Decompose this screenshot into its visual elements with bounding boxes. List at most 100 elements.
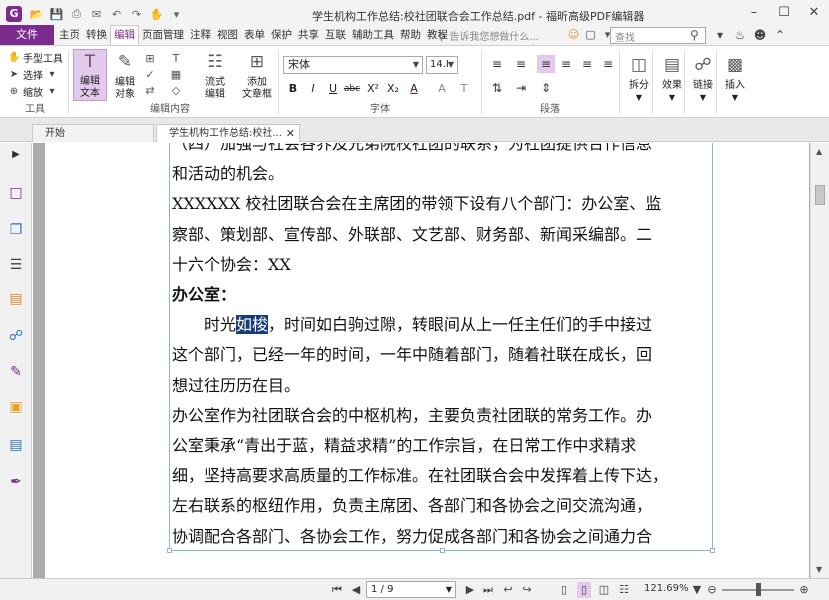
single-page-icon[interactable]: ▯ (557, 582, 571, 598)
tab-connect[interactable]: 互联 (322, 25, 349, 45)
ribbon-collapse-icon[interactable]: ⌃ (772, 27, 788, 43)
tab-protect[interactable]: 保护 (268, 25, 295, 45)
search-icon[interactable]: ⚲ (690, 28, 699, 42)
page-number-input[interactable]: 1 / 9 ▼ (366, 581, 456, 598)
italic-button[interactable]: I (305, 81, 321, 97)
next-view-icon[interactable]: ↪ (520, 582, 534, 598)
smiley-icon[interactable]: ☺ (566, 27, 581, 43)
tab-edit[interactable]: 编辑 (110, 25, 139, 45)
attachments-icon[interactable]: ☍ (7, 326, 25, 346)
tab-convert[interactable]: 转换 (83, 25, 110, 45)
minimize-button[interactable]: – (739, 0, 769, 24)
strikethrough-button[interactable]: abc (343, 81, 361, 97)
underline-button[interactable]: U (325, 81, 341, 97)
indent-button[interactable]: ⇥ (512, 79, 530, 97)
add-text-icon[interactable]: ⊞ (143, 52, 157, 66)
superscript-button[interactable]: X² (365, 81, 381, 97)
previous-page-icon[interactable]: ◀ (349, 582, 363, 598)
zoom-options-icon[interactable]: ▼ (690, 582, 704, 598)
find-replace-icon[interactable]: ⇄ (143, 84, 157, 98)
continuous-page-icon[interactable]: ▯ (577, 582, 591, 598)
bullet-list-button[interactable]: ≡ (488, 55, 506, 73)
facing-pages-icon[interactable]: ◫ (597, 582, 611, 598)
edit-text-button[interactable]: T 编辑 文本 (73, 49, 107, 101)
continuous-facing-icon[interactable]: ☷ (617, 582, 631, 598)
align-center-button[interactable]: ≡ (557, 55, 575, 73)
add-textbox-button[interactable]: ⊞ 添加 文章框 (239, 49, 275, 101)
character-spacing-button[interactable]: A (434, 81, 450, 97)
line-spacing-button[interactable]: ⇅ (488, 79, 506, 97)
text-style-button[interactable]: T (456, 81, 472, 97)
tell-me-box[interactable]: ⚲ 告诉我您想做什么... (438, 28, 539, 43)
align-right-button[interactable]: ≡ (578, 55, 596, 73)
scroll-down-icon[interactable]: ▼ (816, 565, 822, 574)
first-page-icon[interactable]: ⏮ (330, 582, 344, 598)
text-icon[interactable]: T (169, 52, 183, 66)
open-icon[interactable]: 📂 (28, 6, 45, 22)
font-color-button[interactable]: A (406, 81, 422, 97)
app-logo[interactable]: G (6, 6, 22, 22)
vertical-scrollbar[interactable]: ▲ ▼ (810, 143, 829, 578)
stamp-icon[interactable]: ✒ (7, 472, 25, 492)
expand-panel-icon[interactable]: ▶ (7, 145, 25, 165)
comments-icon[interactable]: ▢ (583, 27, 598, 43)
zoom-out-icon[interactable]: ⊖ (705, 582, 719, 598)
file-menu-button[interactable]: 文件 (0, 25, 54, 45)
zoom-button[interactable]: ⊕ 缩放 ▾ (8, 84, 58, 99)
hand-tool-button[interactable]: ✋ 手型工具 (8, 50, 63, 65)
email-icon[interactable]: ✉ (88, 6, 105, 22)
maximize-button[interactable]: ☐ (769, 0, 799, 24)
justify-button[interactable]: ≡ (599, 55, 617, 73)
image-icon[interactable]: ▦ (169, 68, 183, 82)
layers-icon[interactable]: ☰ (7, 255, 25, 275)
tab-view[interactable]: 视图 (214, 25, 241, 45)
zoom-slider-thumb[interactable] (756, 583, 761, 596)
document-viewer[interactable]: （四）加强与社会各界及兄弟院校社团的联系，为社团提供合作信息 和活动的机会。 X… (33, 143, 810, 578)
bold-button[interactable]: B (285, 81, 301, 97)
close-window-button[interactable]: ✕ (799, 0, 829, 24)
comments-panel-icon[interactable]: ▤ (7, 289, 25, 309)
tab-comment[interactable]: 注释 (187, 25, 214, 45)
last-page-icon[interactable]: ⏭ (481, 582, 495, 598)
tab-start[interactable]: 开始 (32, 124, 154, 142)
tab-accessibility[interactable]: 辅助工具 (349, 25, 397, 45)
document-text[interactable]: （四）加强与社会各界及兄弟院校社团的联系，为社团提供合作信息 和活动的机会。 X… (172, 143, 717, 552)
zoom-in-icon[interactable]: ⊕ (797, 582, 811, 598)
tab-help[interactable]: 帮助 (397, 25, 424, 45)
tab-home[interactable]: 主页 (56, 25, 83, 45)
save-icon[interactable]: 💾 (48, 6, 65, 22)
previous-view-icon[interactable]: ↩ (501, 582, 515, 598)
signatures-icon[interactable]: ✎ (7, 362, 25, 382)
redo-icon[interactable]: ↷ (128, 6, 145, 22)
edit-object-button[interactable]: ✎ 编辑 对象 (108, 49, 142, 101)
bell-icon[interactable]: ♨ (732, 27, 748, 43)
user-icon[interactable]: ☻ (752, 27, 768, 43)
link-button[interactable]: ☍ 链接 ▼ (686, 52, 720, 104)
select-button[interactable]: ➤ 选择 ▾ (8, 67, 58, 82)
search-options-icon[interactable]: ▾ (712, 27, 728, 43)
tab-organize[interactable]: 页面管理 (139, 25, 187, 45)
customize-qat-icon[interactable]: ▾ (168, 6, 185, 22)
split-button[interactable]: ◫ 拆分 ▼ (622, 52, 656, 104)
numbered-list-button[interactable]: ≡ (512, 55, 530, 73)
tab-form[interactable]: 表单 (241, 25, 268, 45)
scroll-up-icon[interactable]: ▲ (816, 147, 822, 156)
font-family-select[interactable]: 宋体 ▼ (283, 56, 423, 74)
print-icon[interactable]: ⎙ (68, 6, 85, 22)
tab-share[interactable]: 共享 (295, 25, 322, 45)
align-left-button[interactable]: ≡ (537, 55, 555, 73)
shape-icon[interactable]: ◇ (169, 84, 183, 98)
undo-icon[interactable]: ↶ (108, 6, 125, 22)
close-tab-icon[interactable]: ✕ (286, 125, 295, 142)
spellcheck-icon[interactable]: ✓ (143, 68, 157, 82)
zoom-level[interactable]: 121.69% (644, 583, 689, 594)
flow-edit-button[interactable]: ☷ 流式 编辑 (198, 49, 232, 101)
font-size-select[interactable]: 14.I ▼ (426, 56, 458, 74)
hand-tool-icon[interactable]: ✋ (148, 6, 165, 22)
subscript-button[interactable]: X₂ (385, 81, 401, 97)
tab-current-document[interactable]: 学生机构工作总结:校社... ✕ (156, 124, 300, 142)
bookmarks-icon[interactable]: □ (7, 183, 25, 203)
scroll-thumb[interactable] (815, 185, 825, 205)
insert-button[interactable]: ▩ 插入 ▼ (718, 52, 752, 104)
pages-icon[interactable]: ❐ (7, 220, 25, 240)
